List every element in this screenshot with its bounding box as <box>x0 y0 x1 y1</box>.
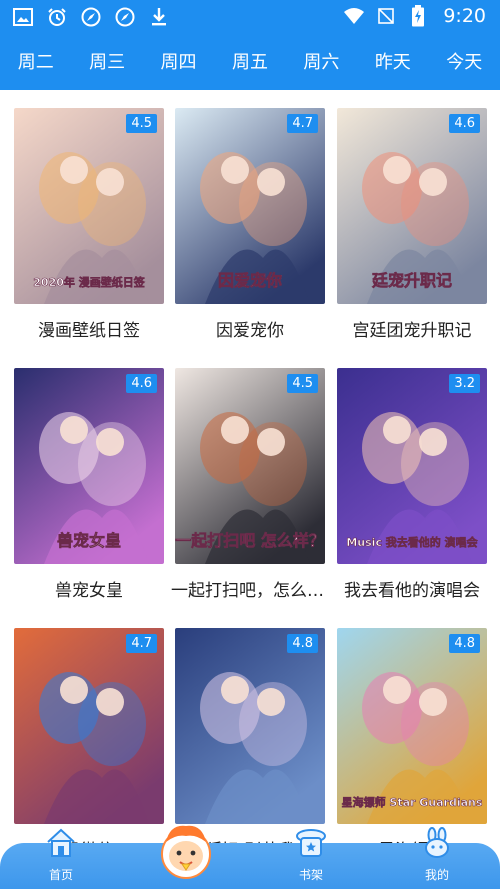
alarm-icon <box>46 6 68 28</box>
cover-title-art: 2020年 漫画壁纸日签 <box>33 275 145 289</box>
cover-art: 2020年 漫画壁纸日签 <box>14 108 164 304</box>
comic-title[interactable]: 兽宠女皇 <box>10 576 168 601</box>
cover-art: 星海镖师 Star Guardians <box>337 628 487 824</box>
cover-art: 因爱宠你 <box>175 108 325 304</box>
cover-art: Music 我去看他的 演唱会 <box>337 368 487 564</box>
bookshelf-icon <box>295 827 327 863</box>
nav-home-label: 首页 <box>48 868 73 882</box>
rating-badge: 4.8 <box>449 634 480 653</box>
nav-home[interactable]: 首页 <box>26 828 96 889</box>
status-right-icons: 9:20 <box>343 5 486 27</box>
tab-thursday[interactable]: 周四 <box>143 36 214 90</box>
rating-badge: 4.5 <box>126 114 157 133</box>
rating-badge: 4.8 <box>287 634 318 653</box>
nav-shelf-label: 书架 <box>298 868 323 882</box>
mascot-icon <box>161 825 211 879</box>
comic-title[interactable]: 一起打扫吧，怎么样？ <box>171 576 329 601</box>
comic-title[interactable]: 宫廷团宠升职记 <box>333 316 491 341</box>
cover-title-art: Music 我去看他的 演唱会 <box>346 535 478 549</box>
comic-title[interactable]: 我去看他的演唱会 <box>333 576 491 601</box>
image-icon <box>12 6 34 28</box>
tab-wednesday[interactable]: 周三 <box>71 36 142 90</box>
bottom-nav: 首页 书架 我的 <box>0 827 500 889</box>
cover-art <box>14 628 164 824</box>
discover-mascot-button[interactable] <box>158 820 214 880</box>
rating-badge: 3.2 <box>449 374 480 393</box>
battery-charging-icon <box>407 5 429 27</box>
rating-badge: 4.5 <box>287 374 318 393</box>
cover-title-art: 廷宠升职记 <box>371 271 452 290</box>
rating-badge: 4.6 <box>449 114 480 133</box>
weekday-tabs: 周二 周三 周四 周五 周六 昨天 今天 <box>0 36 500 90</box>
comic-cover[interactable]: 兽宠女皇 <box>14 368 164 564</box>
cover-art: 兽宠女皇 <box>14 368 164 564</box>
comic-title[interactable]: 漫画壁纸日签 <box>10 316 168 341</box>
nav-mine-label: 我的 <box>424 868 449 882</box>
download-icon <box>148 6 170 28</box>
rating-badge: 4.6 <box>126 374 157 393</box>
status-left-icons <box>12 6 170 28</box>
rating-badge: 4.7 <box>126 634 157 653</box>
comic-cover[interactable] <box>175 628 325 824</box>
comic-title[interactable]: 因爱宠你 <box>171 316 329 341</box>
compass-icon <box>114 6 136 28</box>
comic-cover[interactable]: 廷宠升职记 <box>337 108 487 304</box>
status-bar: 9:20 <box>0 0 500 36</box>
comic-cover[interactable]: Music 我去看他的 演唱会 <box>337 368 487 564</box>
comic-cover[interactable] <box>14 628 164 824</box>
comic-cover[interactable]: 星海镖师 Star Guardians <box>337 628 487 824</box>
tab-friday[interactable]: 周五 <box>214 36 285 90</box>
wifi-icon <box>343 5 365 27</box>
comic-cover[interactable]: 一起打扫吧 怎么样？ <box>175 368 325 564</box>
tab-tuesday[interactable]: 周二 <box>0 36 71 90</box>
comic-cover[interactable]: 因爱宠你 <box>175 108 325 304</box>
bunny-icon <box>421 827 453 863</box>
home-icon <box>45 827 77 863</box>
cover-title-art: 星海镖师 Star Guardians <box>342 795 483 809</box>
tab-today[interactable]: 今天 <box>429 36 500 90</box>
cover-art <box>175 628 325 824</box>
status-time: 9:20 <box>443 5 486 27</box>
cover-title-art: 一起打扫吧 怎么样？ <box>175 531 325 550</box>
cover-art: 一起打扫吧 怎么样？ <box>175 368 325 564</box>
comic-grid: 2020年 漫画壁纸日签 4.5 漫画壁纸日签 因爱宠你 4.7 因爱宠你 廷宠… <box>0 90 500 850</box>
cover-title-art: 因爱宠你 <box>218 271 282 290</box>
tab-yesterday[interactable]: 昨天 <box>357 36 428 90</box>
cover-art: 廷宠升职记 <box>337 108 487 304</box>
no-signal-icon <box>375 5 397 27</box>
rating-badge: 4.7 <box>287 114 318 133</box>
cover-title-art: 兽宠女皇 <box>57 531 121 550</box>
compass-icon <box>80 6 102 28</box>
comic-cover[interactable]: 2020年 漫画壁纸日签 <box>14 108 164 304</box>
nav-mine[interactable]: 我的 <box>402 827 472 889</box>
nav-shelf[interactable]: 书架 <box>276 829 346 889</box>
tab-saturday[interactable]: 周六 <box>286 36 357 90</box>
